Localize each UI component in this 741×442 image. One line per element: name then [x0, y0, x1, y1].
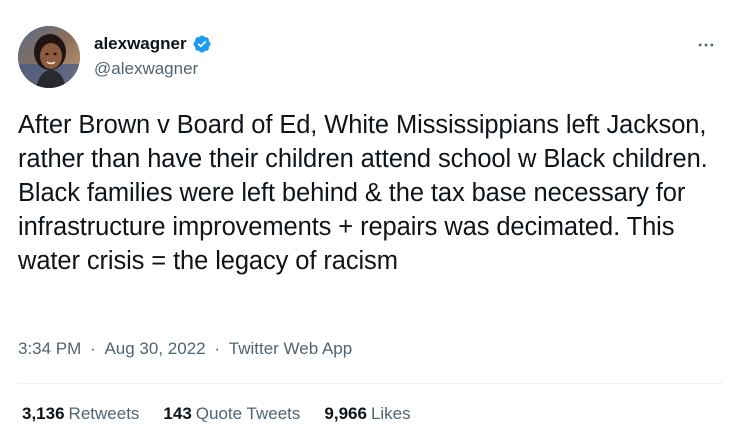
likes-count: 9,966	[324, 404, 367, 423]
meta-separator: ·	[90, 339, 96, 358]
quote-tweets-count: 143	[163, 404, 192, 423]
user-names: alexwagner @alexwagner	[94, 32, 212, 79]
retweets-stat[interactable]: 3,136 Retweets	[22, 404, 139, 424]
more-horizontal-icon	[698, 43, 714, 47]
likes-stat[interactable]: 9,966 Likes	[324, 404, 410, 424]
tweet-time[interactable]: 3:34 PM	[18, 339, 81, 359]
quote-tweets-label: Quote Tweets	[195, 404, 301, 423]
tweet-header: alexwagner @alexwagner	[18, 24, 723, 88]
user-handle[interactable]: @alexwagner	[94, 59, 212, 79]
tweet-card: alexwagner @alexwagner After Brown v Boa…	[0, 0, 741, 442]
divider	[18, 383, 723, 384]
tweet-stats: 3,136 Retweets 143 Quote Tweets 9,966 Likes	[22, 404, 411, 424]
avatar[interactable]	[18, 26, 80, 88]
tweet-text: After Brown v Board of Ed, White Mississ…	[18, 111, 708, 275]
verified-badge-icon	[192, 34, 212, 54]
more-options-button[interactable]	[689, 28, 723, 62]
avatar-image	[18, 26, 80, 88]
meta-separator: ·	[214, 339, 221, 358]
tweet-source[interactable]: Twitter Web App	[229, 339, 352, 359]
tweet-metadata: 3:34 PM · Aug 30, 2022 · Twitter Web App	[18, 339, 352, 359]
likes-label: Likes	[370, 404, 411, 423]
display-name-row: alexwagner	[94, 32, 212, 56]
quote-tweets-stat[interactable]: 143 Quote Tweets	[163, 404, 300, 424]
retweets-count: 3,136	[22, 404, 65, 423]
retweets-label: Retweets	[68, 404, 140, 423]
display-name[interactable]: alexwagner	[94, 34, 187, 54]
tweet-date[interactable]: Aug 30, 2022	[104, 339, 205, 359]
